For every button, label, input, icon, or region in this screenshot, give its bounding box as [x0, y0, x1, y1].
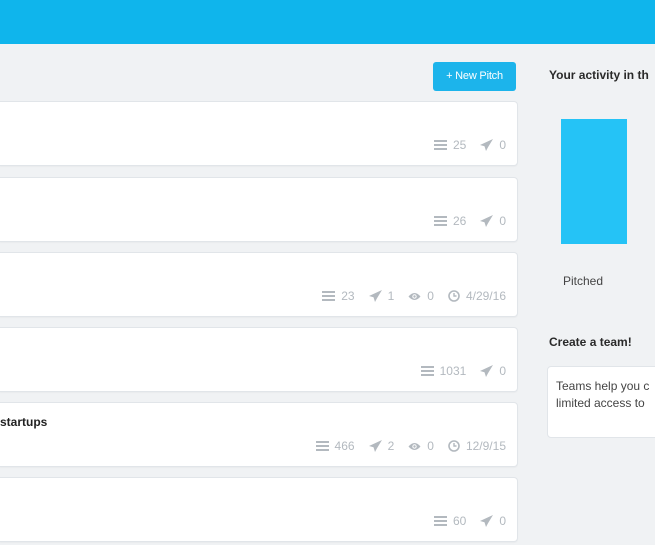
sent-stat: 0 — [480, 214, 506, 228]
list-count: 466 — [334, 439, 355, 453]
list-count: 23 — [341, 289, 355, 303]
sent-count: 0 — [499, 138, 506, 152]
date-label: 12/9/15 — [465, 439, 506, 453]
date-stat: 12/9/15 — [448, 439, 506, 453]
sent-stat: 0 — [480, 514, 506, 528]
date-label: 4/29/16 — [465, 289, 506, 303]
pitch-card[interactable]: 23 1 0 4/29/16 — [0, 252, 518, 317]
list-stat: 466 — [315, 439, 355, 453]
sent-stat: 1 — [368, 289, 395, 303]
sent-count: 1 — [387, 289, 395, 303]
list-count: 25 — [452, 138, 467, 152]
team-description-line: limited access to — [556, 396, 645, 410]
team-description-line: Teams help you c — [556, 379, 650, 393]
view-stat: 0 — [408, 289, 434, 303]
sent-stat: 0 — [480, 138, 506, 152]
list-icon — [433, 216, 447, 226]
pitched-activity-bar — [561, 119, 627, 244]
team-heading: Create a team! — [549, 335, 632, 349]
pitch-card[interactable]: 25 0 — [0, 101, 518, 166]
paper-plane-icon — [480, 215, 494, 227]
list-count: 60 — [452, 514, 467, 528]
paper-plane-icon — [368, 440, 382, 452]
pitch-stats: 23 1 0 4/29/16 — [308, 289, 506, 303]
view-count: 0 — [427, 439, 434, 453]
paper-plane-icon — [368, 290, 382, 302]
pitch-stats: 25 0 — [420, 138, 506, 152]
sent-count: 0 — [499, 214, 506, 228]
list-icon — [433, 140, 447, 150]
pitched-bar-label: Pitched — [563, 274, 604, 288]
pitch-card[interactable]: 60 0 — [0, 477, 518, 542]
paper-plane-icon — [480, 365, 494, 377]
activity-heading: Your activity in th — [549, 68, 649, 82]
team-info-box[interactable]: Teams help you c limited access to — [547, 366, 655, 438]
list-stat: 25 — [433, 138, 467, 152]
view-stat: 0 — [408, 439, 434, 453]
eye-icon — [408, 442, 421, 450]
list-icon — [433, 516, 447, 526]
list-stat: 60 — [433, 514, 467, 528]
paper-plane-icon — [480, 139, 494, 151]
pitch-stats: 60 0 — [420, 514, 506, 528]
new-pitch-button[interactable]: + New Pitch — [433, 62, 516, 91]
date-stat: 4/29/16 — [448, 289, 506, 303]
clock-icon — [448, 440, 460, 452]
eye-icon — [408, 292, 421, 300]
sent-stat: 2 — [368, 439, 395, 453]
sent-stat: 0 — [480, 364, 506, 378]
list-icon — [315, 441, 329, 451]
pitch-card[interactable]: startups 466 2 0 12/9/15 — [0, 402, 518, 467]
pitch-card[interactable]: 26 0 — [0, 177, 518, 242]
list-stat: 26 — [433, 214, 467, 228]
pitch-title[interactable]: startups — [0, 415, 47, 429]
paper-plane-icon — [480, 515, 494, 527]
pitch-stats: 466 2 0 12/9/15 — [302, 439, 506, 453]
pitch-stats: 26 0 — [420, 214, 506, 228]
clock-icon — [448, 290, 460, 302]
list-icon — [420, 366, 434, 376]
list-count: 1031 — [439, 364, 467, 378]
list-icon — [322, 291, 336, 301]
top-navigation-bar — [0, 0, 655, 44]
sent-count: 2 — [387, 439, 395, 453]
list-stat: 1031 — [420, 364, 467, 378]
pitch-stats: 1031 0 — [407, 364, 506, 378]
sent-count: 0 — [499, 514, 506, 528]
view-count: 0 — [427, 289, 434, 303]
sent-count: 0 — [499, 364, 506, 378]
list-count: 26 — [452, 214, 467, 228]
list-stat: 23 — [322, 289, 355, 303]
pitch-card[interactable]: 1031 0 — [0, 327, 518, 392]
